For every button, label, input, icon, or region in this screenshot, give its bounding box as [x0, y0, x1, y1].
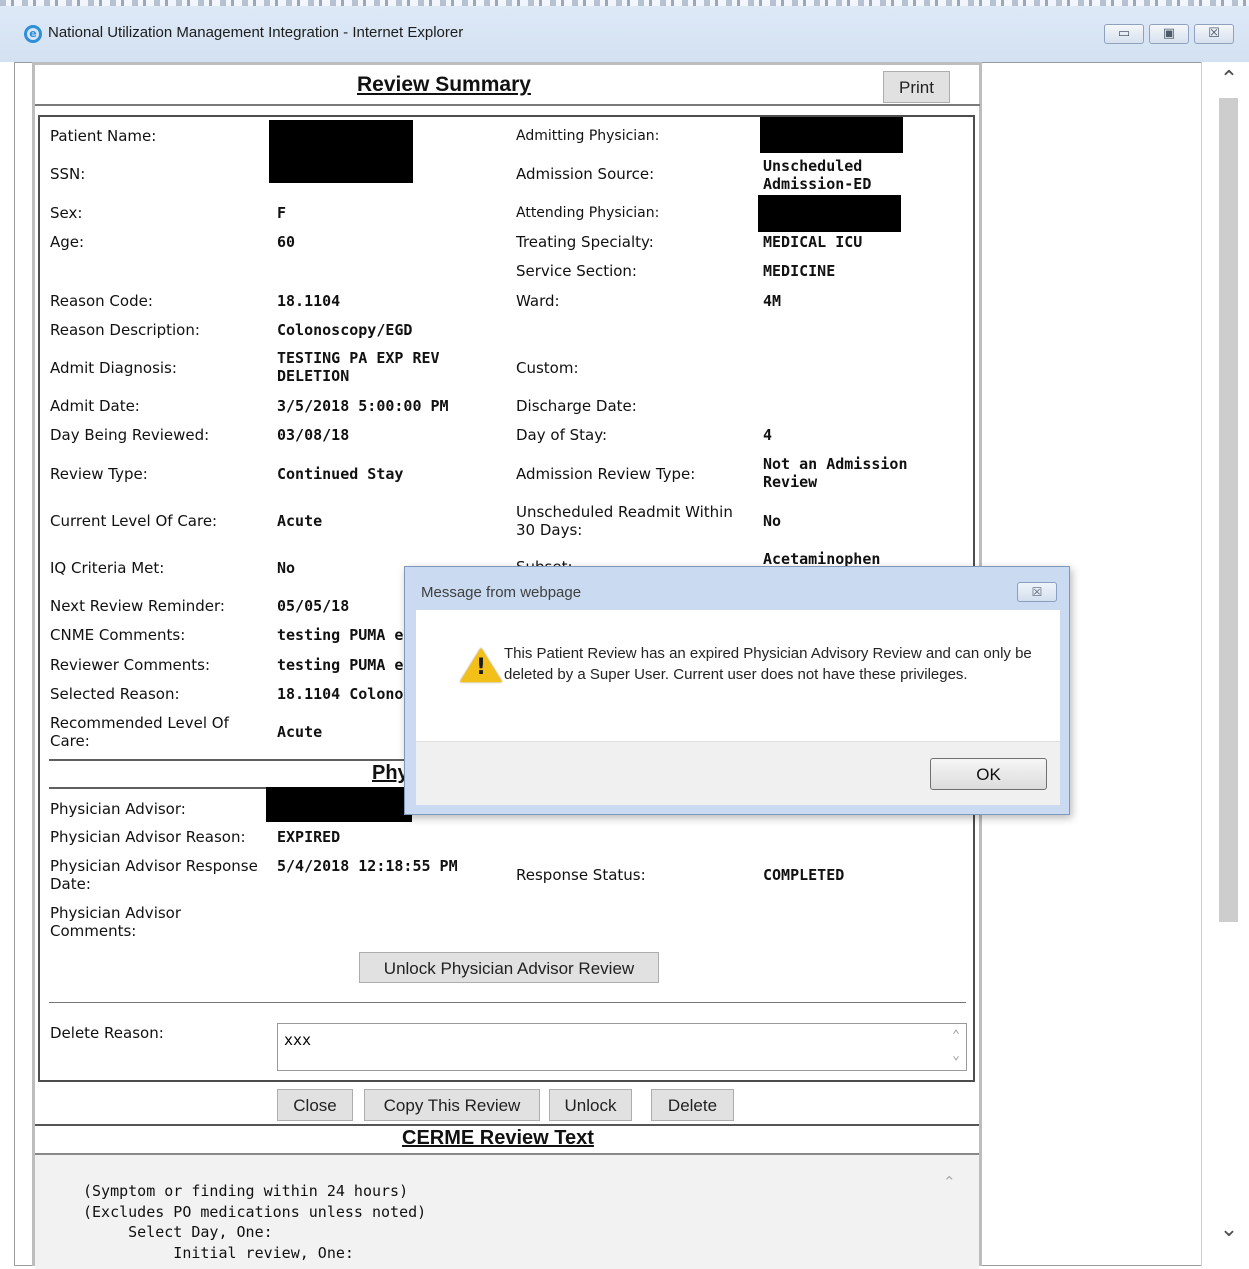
review-type-value: Continued Stay [277, 465, 404, 483]
review-type-label: Review Type: [50, 465, 148, 483]
reason-code-value: 18.1104 [277, 292, 341, 310]
ward-label: Ward: [516, 292, 560, 310]
textarea-scroll-icons[interactable]: ⌃ ⌄ [952, 1026, 960, 1066]
delete-reason-value: xxx [284, 1031, 312, 1049]
admit-date-value: 3/5/2018 5:00:00 PM [277, 397, 449, 415]
service-section-value: MEDICINE [763, 262, 836, 280]
scroll-thumb[interactable] [1219, 98, 1238, 922]
review-summary-header: Review Summary Print [35, 65, 980, 106]
discharge-date-label: Discharge Date: [516, 397, 637, 415]
cerme-review-text-area[interactable]: (Symptom or finding within 24 hours) (Ex… [35, 1155, 979, 1269]
admit-diagnosis-label: Admit Diagnosis: [50, 359, 177, 377]
physician-advisor-reason-label: Physician Advisor Reason: [50, 828, 246, 846]
treating-specialty-label: Treating Specialty: [516, 233, 654, 251]
sex-label: Sex: [50, 204, 83, 222]
ward-value: 4M [763, 292, 782, 310]
physician-advisor-redaction [266, 787, 412, 822]
admission-review-type-label: Admission Review Type: [516, 465, 696, 483]
dialog-title: Message from webpage [421, 584, 582, 601]
admit-date-label: Admit Date: [50, 397, 140, 415]
window-titlebar: e National Utilization Management Integr… [0, 0, 1249, 62]
page-scrollbar[interactable]: ⌃ ⌄ [1201, 62, 1249, 1266]
age-value: 60 [277, 233, 296, 251]
close-window-button[interactable]: ☒ [1194, 24, 1234, 44]
reviewer-comments-label: Reviewer Comments: [50, 656, 211, 674]
physician-advisor-response-date-value: 5/4/2018 12:18:55 PM [277, 857, 458, 875]
physician-advisor-comments-label: Physician Advisor Comments: [50, 904, 182, 940]
dialog-message: This Patient Review has an expired Physi… [504, 645, 1032, 683]
ok-button[interactable]: OK [930, 758, 1047, 790]
next-review-label: Next Review Reminder: [50, 597, 225, 615]
admission-source-value: Unscheduled Admission-ED [763, 157, 872, 193]
scroll-down-icon[interactable]: ⌄ [1214, 1216, 1244, 1244]
dialog-footer: OK [416, 741, 1060, 805]
admission-review-type-value: Not an Admission Review [763, 455, 908, 491]
delete-reason-label: Delete Reason: [50, 1024, 164, 1042]
patient-name-redaction [269, 120, 413, 183]
physician-advisor-reason-value: EXPIRED [277, 828, 341, 846]
delete-section-divider [49, 1002, 966, 1003]
review-summary-title: Review Summary [357, 73, 531, 96]
response-status-label: Response Status: [516, 866, 646, 884]
admit-diagnosis-value: TESTING PA EXP REV DELETION [277, 349, 440, 385]
day-of-stay-label: Day of Stay: [516, 426, 608, 444]
current-level-value: Acute [277, 512, 323, 530]
reason-code-label: Reason Code: [50, 292, 153, 310]
delete-review-button[interactable]: Delete [651, 1089, 734, 1121]
selected-reason-label: Selected Reason: [50, 685, 180, 703]
attending-physician-redaction [758, 195, 901, 232]
readmit-label: Unscheduled Readmit Within 30 Days: [516, 503, 733, 539]
sex-value: F [277, 204, 287, 222]
copy-this-review-button[interactable]: Copy This Review [364, 1089, 540, 1121]
scroll-up-icon[interactable]: ⌃ [1214, 66, 1244, 94]
age-label: Age: [50, 233, 85, 251]
patient-name-label: Patient Name: [50, 127, 157, 145]
current-level-label: Current Level Of Care: [50, 512, 218, 530]
cerme-top-divider [35, 1124, 979, 1126]
cerme-review-text-title: CERME Review Text [402, 1127, 594, 1149]
admitting-physician-label: Admitting Physician: [516, 128, 660, 144]
physician-advisor-response-date-label: Physician Advisor Response Date: [50, 857, 258, 893]
background-window-strip [0, 0, 1249, 6]
reason-description-value: Colonoscopy/EGD [277, 321, 413, 339]
internet-explorer-icon: e [24, 25, 42, 43]
window-title: National Utilization Management Integrat… [48, 24, 464, 41]
attending-physician-label: Attending Physician: [516, 205, 660, 221]
admission-source-label: Admission Source: [516, 165, 655, 183]
ssn-label: SSN: [50, 165, 86, 183]
treating-specialty-value: MEDICAL ICU [763, 233, 863, 251]
warning-exclamation-icon: ! [475, 655, 487, 680]
reason-description-label: Reason Description: [50, 321, 200, 339]
message-dialog: Message from webpage ☒ ! This Patient Re… [404, 566, 1070, 815]
custom-label: Custom: [516, 359, 579, 377]
browser-window: e National Utilization Management Integr… [0, 0, 1249, 1269]
maximize-button[interactable]: ▣ [1149, 24, 1189, 44]
readmit-value: No [763, 512, 782, 530]
dialog-close-button[interactable]: ☒ [1017, 582, 1057, 602]
service-section-label: Service Section: [516, 262, 637, 280]
response-status-value: COMPLETED [763, 866, 845, 884]
close-review-button[interactable]: Close [277, 1089, 353, 1121]
unlock-physician-advisor-review-button[interactable]: Unlock Physician Advisor Review [359, 952, 659, 983]
cerme-review-text: (Symptom or finding within 24 hours) (Ex… [83, 1182, 427, 1262]
unlock-review-button[interactable]: Unlock [549, 1089, 632, 1121]
iq-criteria-label: IQ Criteria Met: [50, 559, 165, 577]
print-button[interactable]: Print [883, 71, 950, 103]
admitting-physician-redaction [760, 117, 903, 153]
cerme-scroll-up-icon[interactable]: ⌃ [943, 1173, 956, 1191]
day-being-reviewed-label: Day Being Reviewed: [50, 426, 210, 444]
header-divider [35, 104, 980, 106]
physician-advisor-label: Physician Advisor: [50, 800, 186, 818]
dialog-message-body: ! This Patient Review has an expired Phy… [416, 610, 1060, 741]
recommended-level-label: Recommended Level Of Care: [50, 714, 229, 750]
delete-reason-input[interactable]: xxx ⌃ ⌄ [277, 1023, 967, 1071]
minimize-button[interactable]: ▭ [1104, 24, 1144, 44]
day-of-stay-value: 4 [763, 426, 773, 444]
day-being-reviewed-value: 03/08/18 [277, 426, 350, 444]
cnme-comments-label: CNME Comments: [50, 626, 186, 644]
